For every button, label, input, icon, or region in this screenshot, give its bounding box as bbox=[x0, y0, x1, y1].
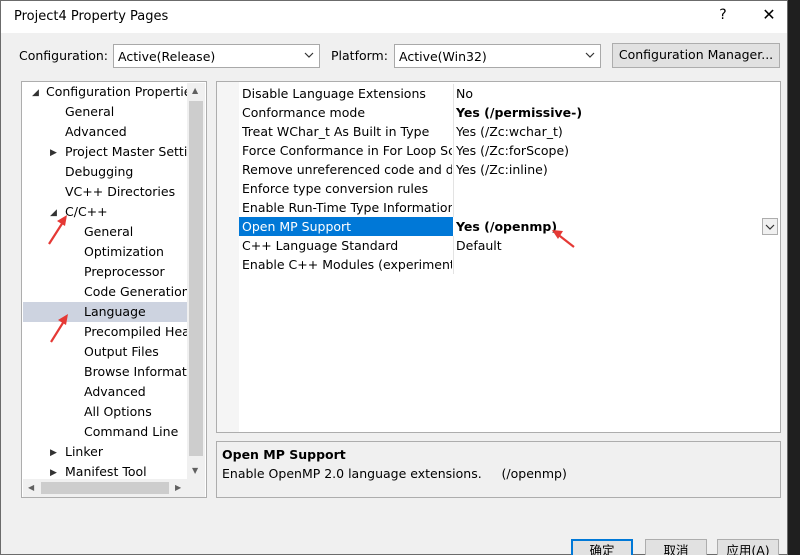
tree-item-project-master-settings[interactable]: Project Master Settin bbox=[65, 142, 195, 162]
platform-combobox[interactable]: Active(Win32) bbox=[394, 44, 601, 68]
tree-item-configuration-properties[interactable]: Configuration Properties bbox=[46, 82, 198, 102]
scroll-up-icon[interactable]: ▲ bbox=[192, 86, 198, 95]
background-editor-right bbox=[788, 0, 800, 555]
property-row-conformance-mode[interactable]: Conformance mode Yes (/permissive-) bbox=[239, 103, 780, 122]
property-row-open-mp-support[interactable]: Open MP Support Yes (/openmp) bbox=[239, 217, 780, 236]
property-name: Enable Run-Time Type Information bbox=[242, 200, 452, 215]
tree-item-preprocessor[interactable]: Preprocessor bbox=[84, 262, 165, 282]
property-value[interactable]: No bbox=[456, 86, 473, 101]
property-value[interactable]: Yes (/openmp) bbox=[456, 219, 557, 234]
property-name: Enable C++ Modules (experimental) bbox=[242, 257, 452, 272]
column-divider bbox=[453, 141, 454, 160]
cancel-button[interactable]: 取消 bbox=[645, 539, 707, 555]
tree-item-command-line[interactable]: Command Line bbox=[84, 422, 178, 442]
configuration-label: Configuration: bbox=[19, 48, 108, 63]
tree-item-optimization[interactable]: Optimization bbox=[84, 242, 164, 262]
scrollbar-corner bbox=[187, 479, 205, 497]
column-divider bbox=[453, 84, 454, 103]
tree-horizontal-scrollbar[interactable]: ◀ ▶ bbox=[23, 479, 187, 497]
column-divider bbox=[453, 160, 454, 179]
property-row-cpp-language-standard[interactable]: C++ Language Standard Default bbox=[239, 236, 780, 255]
description-text: Enable OpenMP 2.0 language extensions. (… bbox=[222, 466, 567, 481]
tree-item-code-generation[interactable]: Code Generation bbox=[84, 282, 190, 302]
column-divider bbox=[453, 255, 454, 274]
platform-label: Platform: bbox=[331, 48, 388, 63]
property-pages-dialog: Project4 Property Pages ? ✕ Configuratio… bbox=[0, 0, 788, 555]
tree-item-vc-directories[interactable]: VC++ Directories bbox=[65, 182, 175, 202]
property-grid-gutter bbox=[217, 82, 239, 432]
scroll-down-icon[interactable]: ▼ bbox=[192, 466, 198, 475]
property-value[interactable]: Yes (/Zc:forScope) bbox=[456, 143, 569, 158]
annotation-arrow-icon bbox=[48, 215, 67, 245]
property-row-force-conformance[interactable]: Force Conformance in For Loop Sco Yes (/… bbox=[239, 141, 780, 160]
property-value[interactable]: Yes (/Zc:wchar_t) bbox=[456, 124, 563, 139]
column-divider bbox=[453, 122, 454, 141]
property-name: Force Conformance in For Loop Sco bbox=[242, 143, 452, 158]
apply-button[interactable]: 应用(A) bbox=[717, 539, 779, 555]
tree-item-linker[interactable]: Linker bbox=[65, 442, 103, 462]
property-name: Open MP Support bbox=[242, 219, 352, 234]
tree-vertical-scroll-thumb[interactable] bbox=[189, 101, 203, 456]
ok-button[interactable]: 确定 bbox=[571, 539, 633, 555]
property-row-enable-cpp-modules[interactable]: Enable C++ Modules (experimental) bbox=[239, 255, 780, 274]
tree-item-output-files[interactable]: Output Files bbox=[84, 342, 159, 362]
title-bar: Project4 Property Pages ? ✕ bbox=[1, 1, 787, 33]
tree-vertical-scrollbar[interactable]: ▲ ▼ bbox=[187, 83, 205, 479]
tree-item-general[interactable]: General bbox=[65, 102, 114, 122]
chevron-down-icon bbox=[765, 224, 775, 230]
description-title: Open MP Support bbox=[222, 447, 346, 462]
tree-item-debugging[interactable]: Debugging bbox=[65, 162, 133, 182]
property-name: Enforce type conversion rules bbox=[242, 181, 429, 196]
property-row-enable-rtti[interactable]: Enable Run-Time Type Information bbox=[239, 198, 780, 217]
property-name: C++ Language Standard bbox=[242, 238, 399, 253]
property-row-remove-unreferenced[interactable]: Remove unreferenced code and dat Yes (/Z… bbox=[239, 160, 780, 179]
property-value[interactable]: Default bbox=[456, 238, 502, 253]
property-grid[interactable]: Disable Language Extensions No Conforman… bbox=[216, 81, 781, 433]
column-divider bbox=[453, 103, 454, 122]
help-button[interactable]: ? bbox=[713, 7, 733, 27]
tree-item-cpp-general[interactable]: General bbox=[84, 222, 133, 242]
annotation-arrow-icon bbox=[552, 230, 575, 248]
property-row-treat-wchar-t[interactable]: Treat WChar_t As Built in Type Yes (/Zc:… bbox=[239, 122, 780, 141]
property-name: Treat WChar_t As Built in Type bbox=[242, 124, 430, 139]
property-name: Disable Language Extensions bbox=[242, 86, 426, 101]
configuration-combobox[interactable]: Active(Release) bbox=[113, 44, 320, 68]
tree-item-cpp-advanced[interactable]: Advanced bbox=[84, 382, 146, 402]
window-title: Project4 Property Pages bbox=[14, 9, 169, 24]
platform-value: Active(Win32) bbox=[399, 49, 487, 64]
property-name: Remove unreferenced code and dat bbox=[242, 162, 452, 177]
column-divider bbox=[453, 179, 454, 198]
scroll-left-icon[interactable]: ◀ bbox=[28, 483, 34, 492]
tree-horizontal-scroll-thumb[interactable] bbox=[41, 482, 169, 494]
tree-item-all-options[interactable]: All Options bbox=[84, 402, 152, 422]
tree-item-advanced[interactable]: Advanced bbox=[65, 122, 127, 142]
chevron-down-icon bbox=[304, 52, 314, 58]
property-value[interactable]: Yes (/Zc:inline) bbox=[456, 162, 548, 177]
tree-item-language[interactable]: Language bbox=[84, 302, 146, 322]
tree-item-browse-information[interactable]: Browse Informatic bbox=[84, 362, 197, 382]
chevron-down-icon bbox=[585, 52, 595, 58]
value-dropdown-button[interactable] bbox=[762, 218, 778, 235]
configuration-value: Active(Release) bbox=[118, 49, 216, 64]
description-panel: Open MP Support Enable OpenMP 2.0 langua… bbox=[216, 441, 781, 498]
property-value[interactable]: Yes (/permissive-) bbox=[456, 105, 582, 120]
close-button[interactable]: ✕ bbox=[757, 5, 781, 29]
column-divider bbox=[453, 236, 454, 255]
annotation-arrow-icon bbox=[50, 314, 68, 343]
scroll-right-icon[interactable]: ▶ bbox=[175, 483, 181, 492]
configuration-manager-button[interactable]: Configuration Manager... bbox=[612, 43, 780, 68]
column-divider bbox=[453, 198, 454, 217]
property-row-disable-language-extensions[interactable]: Disable Language Extensions No bbox=[239, 84, 780, 103]
property-row-enforce-type-conversion[interactable]: Enforce type conversion rules bbox=[239, 179, 780, 198]
tree-item-precompiled-headers[interactable]: Precompiled Head bbox=[84, 322, 198, 342]
property-tree[interactable]: ◢ Configuration Properties General Advan… bbox=[21, 81, 207, 498]
property-name: Conformance mode bbox=[242, 105, 366, 120]
